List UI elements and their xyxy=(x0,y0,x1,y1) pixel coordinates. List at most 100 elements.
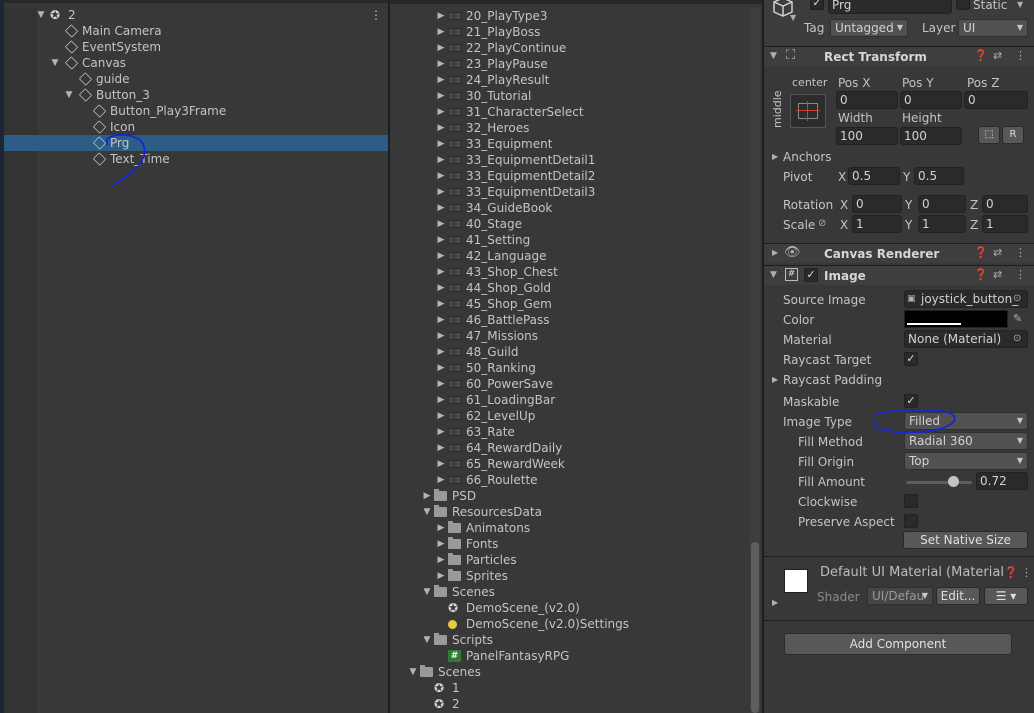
project-item[interactable]: ▶ 31_CharacterSelect xyxy=(436,104,740,120)
expand-arrow-icon[interactable]: ▶ xyxy=(436,72,446,88)
expand-arrow-icon[interactable]: ▶ xyxy=(436,552,446,568)
expand-arrow-icon[interactable]: ▼ xyxy=(422,504,432,520)
fill-amount-slider-handle[interactable] xyxy=(948,476,960,487)
project-item[interactable]: ▶ 65_RewardWeek xyxy=(436,456,740,472)
kebab-menu-icon[interactable]: ⋮ xyxy=(1015,267,1026,283)
fill-amount-field[interactable]: 0.72 xyxy=(976,472,1028,490)
kebab-menu-icon[interactable]: ⋮ xyxy=(1015,245,1026,261)
chevron-down-icon[interactable]: ▼ xyxy=(1017,0,1023,13)
tag-dropdown[interactable]: Untagged ▼ xyxy=(830,19,908,37)
expand-arrow-icon[interactable]: ▼ xyxy=(422,632,432,648)
hierarchy-item[interactable]: Text_Time xyxy=(78,151,388,167)
project-item[interactable]: ▶ Sprites xyxy=(436,568,740,584)
expand-arrow-icon[interactable]: ▶ xyxy=(436,520,446,536)
object-picker-icon[interactable]: ⊙ xyxy=(1013,291,1021,307)
expand-arrow-icon[interactable]: ▼ xyxy=(408,664,418,680)
expand-arrow-icon[interactable]: ▶ xyxy=(436,408,446,424)
expand-arrow-icon[interactable]: ▶ xyxy=(436,136,446,152)
raw-edit-button[interactable]: R xyxy=(1002,126,1024,144)
raycast-target-checkbox[interactable]: ✓ xyxy=(904,352,918,366)
project-item[interactable]: ▶ 44_Shop_Gold xyxy=(436,280,740,296)
rot-x-field[interactable]: 0 xyxy=(852,195,902,213)
expand-arrow-icon[interactable]: ▶ xyxy=(436,392,446,408)
layer-dropdown[interactable]: UI ▼ xyxy=(958,19,1028,37)
project-item[interactable]: ▶ 23_PlayPause xyxy=(436,56,740,72)
static-toggle[interactable] xyxy=(956,0,970,10)
project-item[interactable]: ▶ 43_Shop_Chest xyxy=(436,264,740,280)
scale-x-field[interactable]: 1 xyxy=(852,215,902,233)
project-item[interactable]: ▶ 21_PlayBoss xyxy=(436,24,740,40)
kebab-menu-icon[interactable]: ⋮ xyxy=(370,7,382,23)
preset-icon[interactable]: ⇄ xyxy=(993,245,1002,261)
pos-y-field[interactable]: 0 xyxy=(900,91,962,109)
project-item[interactable]: ▶ 20_PlayType3 xyxy=(436,8,740,24)
expand-arrow-icon[interactable]: ▶ xyxy=(436,232,446,248)
expand-arrow-icon[interactable]: ▼ xyxy=(770,267,777,283)
project-item[interactable]: ▶ 40_Stage xyxy=(436,216,740,232)
clockwise-checkbox[interactable] xyxy=(904,494,918,508)
preset-icon[interactable]: ⇄ xyxy=(993,48,1002,64)
project-item[interactable]: ▶ 33_EquipmentDetail2 xyxy=(436,168,740,184)
project-item[interactable]: ✪ 2 xyxy=(422,696,740,712)
expand-arrow-icon[interactable]: ▶ xyxy=(436,280,446,296)
pivot-x-field[interactable]: 0.5 xyxy=(848,167,900,185)
blueprint-mode-button[interactable]: ⬚ xyxy=(978,126,1000,144)
pivot-y-field[interactable]: 0.5 xyxy=(914,167,964,185)
project-item[interactable]: ▶ 45_Shop_Gem xyxy=(436,296,740,312)
eyedropper-icon[interactable]: ✎ xyxy=(1013,311,1022,327)
color-swatch[interactable] xyxy=(904,310,1008,328)
expand-arrow-icon[interactable]: ▶ xyxy=(772,372,778,388)
help-icon[interactable]: ❓ xyxy=(974,245,988,261)
expand-arrow-icon[interactable]: ▶ xyxy=(436,296,446,312)
hierarchy-item[interactable]: Button_Play3Frame xyxy=(78,103,388,119)
scale-z-field[interactable]: 1 xyxy=(982,215,1028,233)
project-item[interactable]: ✪ 1 xyxy=(422,680,740,696)
expand-arrow-icon[interactable]: ▶ xyxy=(436,120,446,136)
preset-icon[interactable]: ⇄ xyxy=(993,267,1002,283)
expand-arrow-icon[interactable]: ▶ xyxy=(436,568,446,584)
expand-arrow-icon[interactable]: ▶ xyxy=(436,184,446,200)
kebab-menu-icon[interactable]: ⋮ xyxy=(1015,48,1026,64)
expand-arrow-icon[interactable]: ▶ xyxy=(436,328,446,344)
expand-arrow-icon[interactable]: ▶ xyxy=(422,488,432,504)
project-item[interactable]: ▶ 41_Setting xyxy=(436,232,740,248)
anchor-presets-button[interactable] xyxy=(790,94,826,128)
scene-row[interactable]: ▼ ✪ 2 ⋮ xyxy=(36,7,386,23)
active-toggle[interactable]: ✓ xyxy=(810,0,824,10)
project-item[interactable]: ▼ Scenes xyxy=(408,664,740,680)
project-item[interactable]: ▶ 42_Language xyxy=(436,248,740,264)
expand-arrow-icon[interactable]: ▶ xyxy=(436,56,446,72)
project-item[interactable]: ▶ 34_GuideBook xyxy=(436,200,740,216)
project-item[interactable]: DemoScene_(v2.0)Settings xyxy=(436,616,740,632)
expand-arrow-icon[interactable]: ▶ xyxy=(436,344,446,360)
expand-arrow-icon[interactable]: ▼ xyxy=(36,7,46,23)
project-item[interactable]: # PanelFantasyRPG xyxy=(436,648,740,664)
image-enabled-toggle[interactable]: ✓ xyxy=(804,268,818,282)
edit-shader-button[interactable]: Edit... xyxy=(936,587,980,605)
rot-y-field[interactable]: 0 xyxy=(918,195,966,213)
expand-arrow-icon[interactable]: ▶ xyxy=(436,424,446,440)
expand-arrow-icon[interactable]: ▶ xyxy=(436,440,446,456)
link-icon[interactable]: ⊘ xyxy=(818,216,826,232)
fill-amount-slider[interactable] xyxy=(906,481,972,484)
expand-arrow-icon[interactable]: ▼ xyxy=(422,584,432,600)
project-item[interactable]: ▶ 33_Equipment xyxy=(436,136,740,152)
expand-arrow-icon[interactable]: ▼ xyxy=(770,48,777,64)
project-item[interactable]: ▶ 60_PowerSave xyxy=(436,376,740,392)
project-item[interactable]: ▶ 46_BattlePass xyxy=(436,312,740,328)
project-item[interactable]: ▶ 66_Roulette xyxy=(436,472,740,488)
project-item[interactable]: ▶ 30_Tutorial xyxy=(436,88,740,104)
project-item[interactable]: ▶ Animatons xyxy=(436,520,740,536)
set-native-size-button[interactable]: Set Native Size xyxy=(903,531,1028,549)
hierarchy-item[interactable]: Icon xyxy=(78,119,388,135)
kebab-menu-icon[interactable]: ⋮ xyxy=(1021,565,1032,581)
expand-arrow-icon[interactable]: ▶ xyxy=(436,376,446,392)
project-item[interactable]: ▶ 62_LevelUp xyxy=(436,408,740,424)
expand-arrow-icon[interactable]: ▶ xyxy=(436,360,446,376)
expand-arrow-icon[interactable]: ▶ xyxy=(436,152,446,168)
project-item[interactable]: ▶ 24_PlayResult xyxy=(436,72,740,88)
hierarchy-item[interactable]: EventSystem xyxy=(50,39,388,55)
expand-arrow-icon[interactable]: ▶ xyxy=(436,472,446,488)
project-item[interactable]: ▼ Scenes xyxy=(422,584,740,600)
hierarchy-item[interactable]: guide xyxy=(64,71,388,87)
